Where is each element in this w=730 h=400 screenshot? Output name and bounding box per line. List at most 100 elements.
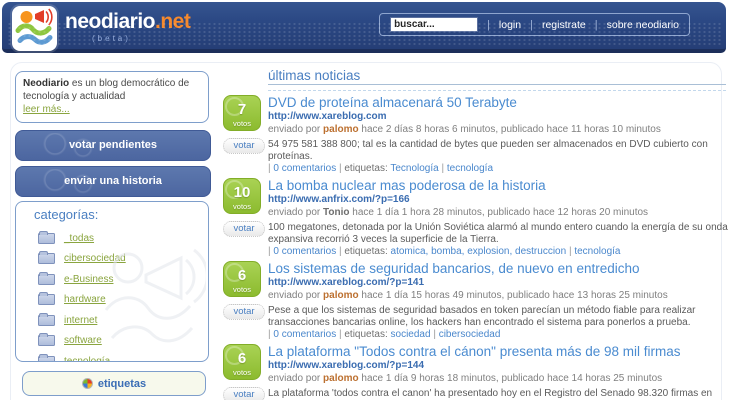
site-logo[interactable] bbox=[12, 6, 57, 51]
vote-column: 10 votos votar bbox=[223, 178, 268, 258]
vote-column: 6 votos votar bbox=[223, 261, 268, 341]
category-tag-link[interactable]: tecnología bbox=[574, 246, 620, 257]
news-title-link[interactable]: DVD de proteína almacenará 50 Terabyte bbox=[268, 95, 728, 110]
about-site-name: Neodiario bbox=[23, 78, 70, 89]
vote-count-badge: 7 votos bbox=[223, 95, 261, 131]
news-body: DVD de proteína almacenará 50 Terabyte h… bbox=[268, 95, 728, 175]
news-meta: enviado por palomo hace 1 día 9 horas 18… bbox=[268, 373, 728, 385]
news-url-link[interactable]: http://www.anfrix.com/?p=166 bbox=[268, 194, 728, 206]
vote-column: 7 votos votar bbox=[223, 95, 268, 175]
tags-label: etiquetas: bbox=[344, 163, 391, 175]
category-link-software[interactable]: software bbox=[64, 335, 102, 346]
category-link-todas[interactable]: _todas bbox=[64, 233, 94, 244]
register-link[interactable]: registrate bbox=[542, 19, 586, 31]
news-meta: enviado por palomo hace 1 día 15 horas 4… bbox=[268, 290, 728, 302]
sent-by-label: enviado por bbox=[268, 206, 324, 218]
news-description: 100 megatones, detonada por la Unión Sov… bbox=[268, 222, 728, 246]
news-item: 7 votos votar DVD de proteína almacenará… bbox=[223, 95, 728, 175]
vote-count: 6 bbox=[237, 267, 247, 285]
news-description: La plataforma 'todos contra el canon' ha… bbox=[268, 388, 713, 400]
tags-button[interactable]: etiquetas bbox=[22, 371, 206, 396]
category-row: _todas bbox=[34, 228, 208, 249]
news-title-link[interactable]: Los sistemas de seguridad bancarios, de … bbox=[268, 261, 728, 276]
tags-links[interactable]: Tecnología bbox=[390, 163, 438, 174]
tags-links[interactable]: atomica, bomba, explosion, destruccion bbox=[391, 246, 567, 257]
send-story-button[interactable]: enviar una historia bbox=[15, 166, 211, 197]
vote-column: 6 votos votar bbox=[223, 344, 268, 400]
about-link[interactable]: sobre neodiario bbox=[607, 19, 679, 31]
category-tag-link[interactable]: tecnología bbox=[447, 163, 493, 174]
news-item: 10 votos votar La bomba nuclear mas pode… bbox=[223, 178, 728, 258]
site-header: neodiario.net (beta) login registrate so… bbox=[2, 2, 726, 53]
category-link-internet[interactable]: internet bbox=[64, 315, 97, 326]
comments-link[interactable]: 0 comentarios bbox=[273, 329, 336, 340]
vote-count: 6 bbox=[237, 350, 247, 368]
news-url-link[interactable]: http://www.xareblog.com bbox=[268, 111, 728, 123]
category-link-hardware[interactable]: hardware bbox=[64, 294, 106, 305]
folder-icon bbox=[38, 230, 55, 244]
nav-divider bbox=[530, 19, 533, 31]
vote-pending-button[interactable]: votar pendientes bbox=[15, 130, 211, 161]
nav-divider bbox=[595, 19, 598, 31]
read-more-link[interactable]: leer más... bbox=[23, 104, 70, 115]
vote-button[interactable]: votar bbox=[223, 387, 265, 400]
category-link-tecnologia[interactable]: tecnología bbox=[64, 356, 110, 361]
folder-icon bbox=[38, 312, 55, 326]
time-info: hace 1 día 15 horas 49 minutos, publicad… bbox=[358, 289, 668, 301]
news-body: La plataforma "Todos contra el cánon" pr… bbox=[268, 344, 728, 400]
news-meta: enviado por palomo hace 2 días 8 horas 6… bbox=[268, 124, 728, 136]
news-body: Los sistemas de seguridad bancarios, de … bbox=[268, 261, 728, 341]
tagline-divider bbox=[431, 329, 439, 340]
beta-label: (beta) bbox=[92, 34, 131, 43]
folder-icon bbox=[38, 251, 55, 265]
vote-unit-label: votos bbox=[233, 202, 251, 212]
brand-name: neodiario bbox=[65, 10, 156, 33]
vote-count: 7 bbox=[237, 101, 247, 118]
folder-icon bbox=[38, 271, 55, 285]
author-name: Tonio bbox=[323, 206, 350, 218]
category-tag-link[interactable]: cibersociedad bbox=[439, 329, 501, 340]
news-description: Pese a que los sistemas de seguridad bas… bbox=[268, 305, 696, 329]
comments-link[interactable]: 0 comentarios bbox=[273, 246, 336, 257]
category-row: e-Business bbox=[34, 269, 208, 290]
megaphone-waves-logo-icon bbox=[15, 8, 53, 45]
time-info: hace 1 día 9 horas 18 minutos, publicado… bbox=[358, 372, 663, 384]
news-url-link[interactable]: http://www.xareblog.com/?p=141 bbox=[268, 277, 728, 289]
vote-button[interactable]: votar bbox=[223, 304, 265, 321]
vote-unit-label: votos bbox=[233, 119, 251, 128]
categories-box: categorías: _todas cibersociedad e-Busin… bbox=[15, 201, 209, 362]
news-item: 6 votos votar Los sistemas de seguridad … bbox=[223, 261, 728, 341]
tags-links[interactable]: sociedad bbox=[391, 329, 431, 340]
comments-link[interactable]: 0 comentarios bbox=[273, 163, 336, 174]
page-title: últimas noticias bbox=[268, 68, 361, 83]
news-url-link[interactable]: http://www.xareblog.com/?p=144 bbox=[268, 360, 728, 372]
news-title-link[interactable]: La bomba nuclear mas poderosa de la hist… bbox=[268, 178, 728, 193]
time-info: hace 2 días 8 horas 6 minutos, publicado… bbox=[358, 123, 661, 135]
vote-count: 10 bbox=[233, 184, 251, 202]
category-link-cibersociedad[interactable]: cibersociedad bbox=[64, 253, 126, 264]
category-link-ebusiness[interactable]: e-Business bbox=[64, 274, 113, 285]
heading-dashed-rule bbox=[268, 90, 726, 91]
tags-label: etiquetas: bbox=[344, 329, 391, 341]
news-tagline: 0 comentarios etiquetas: sociedad cibersoc… bbox=[268, 329, 728, 341]
vote-button[interactable]: votar bbox=[223, 221, 265, 238]
tags-label: etiquetas: bbox=[344, 246, 391, 258]
header-nav: login registrate sobre neodiario bbox=[379, 13, 690, 36]
brand-title[interactable]: neodiario.net bbox=[65, 10, 191, 34]
login-link[interactable]: login bbox=[499, 19, 521, 31]
author-name: palomo bbox=[323, 123, 359, 135]
news-tagline: 0 comentarios etiquetas: atomica, bomba, … bbox=[268, 246, 728, 258]
time-info: hace 1 día 1 hora 28 minutos, publicado … bbox=[349, 206, 649, 218]
category-row: internet bbox=[34, 310, 208, 331]
author-name: palomo bbox=[323, 289, 359, 301]
tagline-divider bbox=[439, 163, 447, 174]
folder-icon bbox=[38, 292, 55, 306]
news-title-link[interactable]: La plataforma "Todos contra el cánon" pr… bbox=[268, 344, 728, 359]
news-item: 6 votos votar La plataforma "Todos contr… bbox=[223, 344, 728, 400]
vote-count-badge: 6 votos bbox=[223, 344, 261, 381]
search-input[interactable] bbox=[390, 17, 479, 32]
vote-button[interactable]: votar bbox=[223, 138, 265, 154]
color-wheel-icon bbox=[81, 378, 93, 389]
category-row: hardware bbox=[34, 290, 208, 311]
page: neodiario.net (beta) login registrate so… bbox=[0, 0, 730, 400]
